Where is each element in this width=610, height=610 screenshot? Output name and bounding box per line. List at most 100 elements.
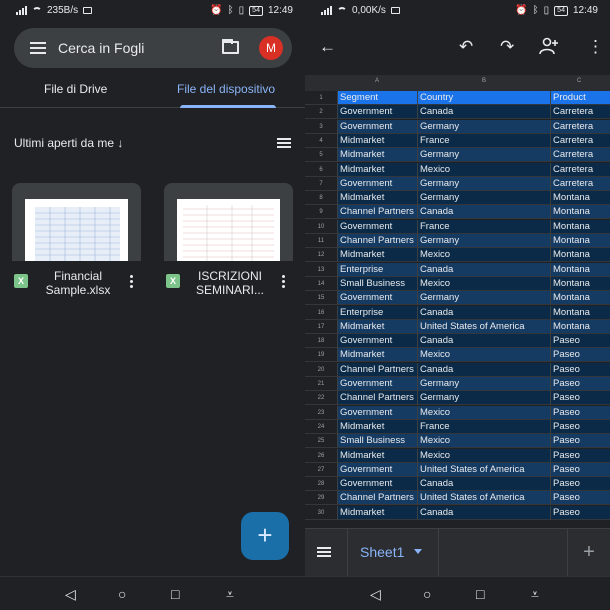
cell-product[interactable]: Paseo bbox=[551, 419, 610, 434]
all-sheets-icon[interactable] bbox=[317, 547, 331, 558]
row-number[interactable]: 19 bbox=[305, 348, 338, 363]
cell-country[interactable]: Germany bbox=[418, 291, 551, 306]
row-number[interactable]: 6 bbox=[305, 162, 338, 177]
sort-dropdown[interactable]: Ultimi aperti da me ↓ bbox=[14, 136, 123, 150]
cell-country[interactable]: Germany bbox=[418, 119, 551, 134]
cell-country[interactable]: Canada bbox=[418, 262, 551, 277]
cell-country[interactable]: Canada bbox=[418, 362, 551, 377]
row-number[interactable]: 2 bbox=[305, 105, 338, 120]
cell-segment[interactable]: Enterprise bbox=[338, 262, 418, 277]
cell-segment[interactable]: Midmarket bbox=[338, 319, 418, 334]
nav-back-icon[interactable]: ◁ bbox=[65, 586, 76, 603]
cell-country[interactable]: Germany bbox=[418, 377, 551, 391]
cell-segment[interactable]: Government bbox=[338, 377, 418, 391]
cell-product[interactable]: Carretera bbox=[551, 148, 610, 163]
cell-segment[interactable]: Channel Partners bbox=[338, 391, 418, 406]
row-number[interactable]: 27 bbox=[305, 462, 338, 477]
cell-segment[interactable]: Segment bbox=[338, 91, 418, 105]
row-number[interactable]: 21 bbox=[305, 377, 338, 391]
cell-country[interactable]: Canada bbox=[418, 477, 551, 492]
file-thumbnail[interactable] bbox=[12, 183, 141, 261]
cell-product[interactable]: Carretera bbox=[551, 162, 610, 177]
sheet-tab[interactable]: Sheet1 bbox=[347, 529, 439, 577]
cell-product[interactable]: Paseo bbox=[551, 348, 610, 363]
cell-country[interactable]: Canada bbox=[418, 205, 551, 220]
cell-segment[interactable]: Midmarket bbox=[338, 248, 418, 263]
row-number[interactable]: 10 bbox=[305, 219, 338, 234]
file-thumbnail[interactable] bbox=[164, 183, 293, 261]
row-number[interactable]: 26 bbox=[305, 448, 338, 463]
column-header-b[interactable]: B bbox=[482, 78, 486, 84]
cell-product[interactable]: Paseo bbox=[551, 505, 610, 520]
cell-country[interactable]: Mexico bbox=[418, 162, 551, 177]
nav-recents-icon[interactable]: □ bbox=[476, 586, 484, 602]
row-number[interactable]: 3 bbox=[305, 119, 338, 134]
back-arrow-icon[interactable]: ← bbox=[319, 37, 336, 57]
cell-segment[interactable]: Channel Partners bbox=[338, 491, 418, 506]
cell-segment[interactable]: Channel Partners bbox=[338, 362, 418, 377]
cell-product[interactable]: Product bbox=[551, 91, 610, 105]
cell-segment[interactable]: Midmarket bbox=[338, 348, 418, 363]
nav-back-icon[interactable]: ◁ bbox=[370, 586, 381, 603]
cell-product[interactable]: Montana bbox=[551, 234, 610, 248]
cell-country[interactable]: Mexico bbox=[418, 448, 551, 463]
cell-country[interactable]: Germany bbox=[418, 176, 551, 191]
cell-product[interactable]: Paseo bbox=[551, 362, 610, 377]
more-options-icon[interactable] bbox=[282, 275, 286, 291]
cell-segment[interactable]: Small Business bbox=[338, 434, 418, 449]
cell-country[interactable]: France bbox=[418, 133, 551, 148]
create-new-button[interactable]: + bbox=[241, 512, 289, 560]
list-view-icon[interactable] bbox=[277, 138, 291, 148]
row-number[interactable]: 8 bbox=[305, 191, 338, 206]
row-number[interactable]: 28 bbox=[305, 477, 338, 492]
more-options-icon[interactable]: ⋮ bbox=[587, 37, 604, 57]
cell-product[interactable]: Carretera bbox=[551, 105, 610, 120]
nav-keyboard-icon[interactable]: ⩡ bbox=[226, 586, 234, 603]
avatar[interactable]: M bbox=[259, 36, 283, 60]
spreadsheet-grid[interactable]: A B C 1 Segment Country Product 2 Government C… bbox=[305, 75, 610, 527]
cell-country[interactable]: Canada bbox=[418, 505, 551, 520]
cell-product[interactable]: Carretera bbox=[551, 176, 610, 191]
cell-country[interactable]: Germany bbox=[418, 391, 551, 406]
cell-product[interactable]: Montana bbox=[551, 191, 610, 206]
search-bar[interactable]: Cerca in Fogli M bbox=[14, 28, 292, 68]
cell-country[interactable]: Germany bbox=[418, 148, 551, 163]
file-name[interactable]: ISCRIZIONI SEMINARI... bbox=[186, 269, 274, 297]
cell-product[interactable]: Montana bbox=[551, 248, 610, 263]
search-input[interactable]: Cerca in Fogli bbox=[58, 40, 144, 56]
cell-segment[interactable]: Government bbox=[338, 119, 418, 134]
cell-segment[interactable]: Midmarket bbox=[338, 505, 418, 520]
cell-country[interactable]: Canada bbox=[418, 334, 551, 349]
cell-segment[interactable]: Government bbox=[338, 462, 418, 477]
cell-segment[interactable]: Government bbox=[338, 176, 418, 191]
cell-product[interactable]: Montana bbox=[551, 305, 610, 320]
cell-segment[interactable]: Government bbox=[338, 291, 418, 306]
row-number[interactable]: 4 bbox=[305, 133, 338, 148]
cell-product[interactable]: Paseo bbox=[551, 434, 610, 449]
row-number[interactable]: 14 bbox=[305, 276, 338, 291]
cell-segment[interactable]: Government bbox=[338, 334, 418, 349]
cell-country[interactable]: Canada bbox=[418, 305, 551, 320]
row-number[interactable]: 1 bbox=[305, 91, 338, 105]
nav-recents-icon[interactable]: □ bbox=[171, 586, 179, 602]
row-number[interactable]: 5 bbox=[305, 148, 338, 163]
row-number[interactable]: 13 bbox=[305, 262, 338, 277]
redo-icon[interactable]: ↷ bbox=[500, 37, 514, 57]
row-number[interactable]: 23 bbox=[305, 405, 338, 420]
cell-product[interactable]: Paseo bbox=[551, 391, 610, 406]
cell-segment[interactable]: Enterprise bbox=[338, 305, 418, 320]
row-number[interactable]: 30 bbox=[305, 505, 338, 520]
cell-product[interactable]: Montana bbox=[551, 219, 610, 234]
cell-product[interactable]: Montana bbox=[551, 319, 610, 334]
cell-country[interactable]: Country bbox=[418, 91, 551, 105]
row-number[interactable]: 20 bbox=[305, 362, 338, 377]
row-number[interactable]: 29 bbox=[305, 491, 338, 506]
row-number[interactable]: 7 bbox=[305, 176, 338, 191]
row-number[interactable]: 24 bbox=[305, 419, 338, 434]
cell-segment[interactable]: Midmarket bbox=[338, 191, 418, 206]
cell-product[interactable]: Carretera bbox=[551, 133, 610, 148]
cell-country[interactable]: France bbox=[418, 419, 551, 434]
tab-drive-files[interactable]: File di Drive bbox=[44, 82, 107, 96]
cell-segment[interactable]: Government bbox=[338, 405, 418, 420]
cell-product[interactable]: Paseo bbox=[551, 462, 610, 477]
